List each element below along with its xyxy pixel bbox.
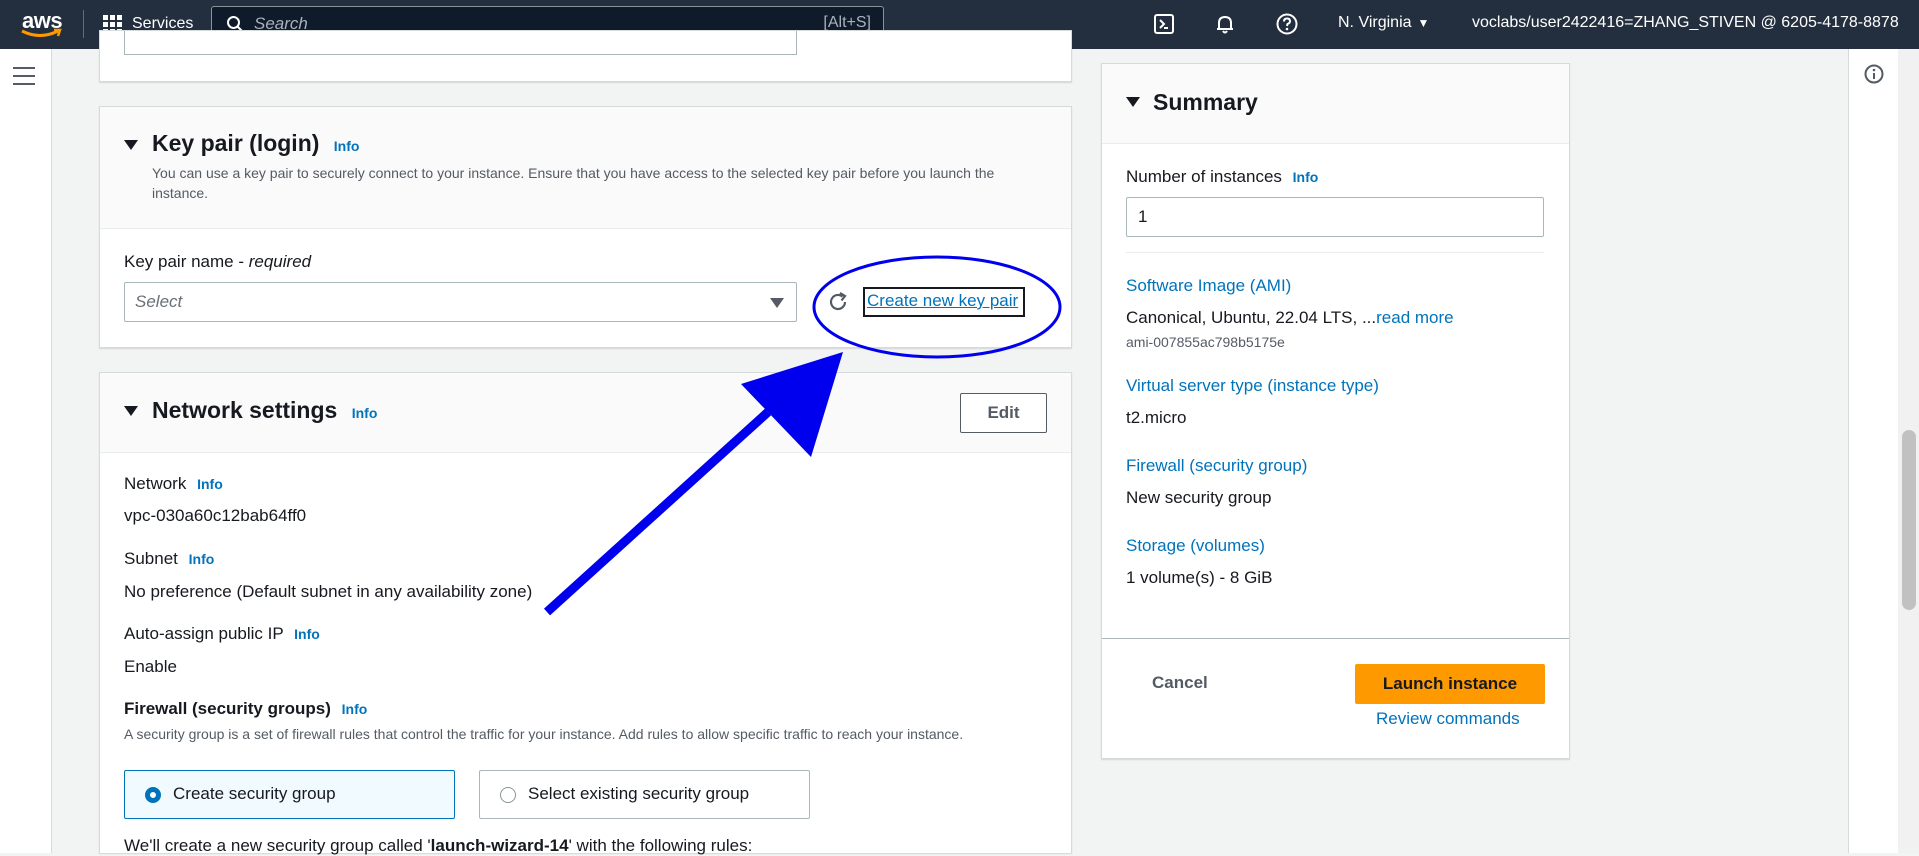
number-of-instances-value: 1 [1138, 207, 1148, 226]
number-of-instances-text: Number of instances [1126, 167, 1282, 186]
security-group-note: We'll create a new security group called… [124, 836, 752, 856]
info-panel-icon[interactable] [1864, 64, 1884, 84]
firewall-label-text: Firewall (security groups) [124, 699, 331, 718]
create-security-group-option[interactable]: Create security group [124, 770, 455, 819]
region-selector[interactable]: N. Virginia ▼ [1338, 14, 1429, 32]
region-label: N. Virginia [1338, 14, 1412, 31]
menu-icon[interactable] [13, 67, 35, 91]
summary-header: Summary [1102, 64, 1569, 144]
storage-link[interactable]: Storage (volumes) [1126, 536, 1265, 556]
select-existing-security-group-label: Select existing security group [528, 784, 750, 803]
sg-note-prefix: We'll create a new security group called… [124, 836, 431, 855]
public-ip-label: Auto-assign public IP Info [124, 624, 320, 644]
key-pair-select-placeholder: Select [135, 292, 183, 311]
review-commands-link[interactable]: Review commands [1376, 709, 1520, 729]
network-info-link[interactable]: Info [197, 476, 223, 492]
summary-title: Summary [1153, 89, 1258, 115]
account-menu[interactable]: voclabs/user2422416=ZHANG_STIVEN @ 6205-… [1472, 14, 1899, 32]
ami-value-text: Canonical, Ubuntu, 22.04 LTS, ... [1126, 308, 1377, 327]
radio-unselected-icon[interactable] [500, 787, 516, 803]
previous-section-panel [99, 30, 1072, 82]
key-pair-name-text: Key pair name - [124, 252, 249, 271]
key-pair-info-link[interactable]: Info [334, 138, 360, 154]
ami-value: Canonical, Ubuntu, 22.04 LTS, ...read mo… [1126, 308, 1454, 328]
firewall-label: Firewall (security groups) Info [124, 699, 367, 719]
collapse-caret-icon[interactable] [1126, 97, 1140, 107]
collapse-caret-icon[interactable] [124, 140, 138, 150]
previous-field [124, 31, 797, 55]
key-pair-description: You can use a key pair to securely conne… [152, 165, 995, 201]
storage-value: 1 volume(s) - 8 GiB [1126, 568, 1273, 587]
instance-type-link[interactable]: Virtual server type (instance type) [1126, 376, 1379, 396]
launch-instance-button[interactable]: Launch instance [1355, 664, 1545, 704]
network-settings-title: Network settings [152, 397, 338, 423]
cloudshell-icon[interactable] [1152, 12, 1176, 36]
refresh-icon[interactable] [826, 290, 850, 314]
collapse-caret-icon[interactable] [124, 406, 138, 416]
key-pair-select[interactable]: Select [124, 282, 797, 322]
network-settings-info-link[interactable]: Info [352, 405, 378, 421]
create-new-key-pair-link[interactable]: Create new key pair [867, 291, 1018, 311]
software-image-link[interactable]: Software Image (AMI) [1126, 276, 1291, 296]
public-ip-info-link[interactable]: Info [294, 626, 320, 642]
sg-name: launch-wizard-14 [430, 836, 569, 855]
summary-separator [1126, 252, 1544, 253]
right-rail [1848, 49, 1899, 853]
page-scrollbar[interactable] [1898, 49, 1919, 853]
network-value: vpc-030a60c12bab64ff0 [124, 506, 307, 525]
subnet-value: No preference (Default subnet in any ava… [124, 582, 533, 601]
public-ip-label-text: Auto-assign public IP [124, 624, 284, 643]
aws-smile-icon [21, 28, 62, 37]
number-of-instances-label: Number of instances Info [1126, 167, 1318, 187]
ami-id: ami-007855ac798b5175e [1126, 334, 1285, 350]
key-pair-name-label: Key pair name - required [124, 252, 311, 272]
left-rail [0, 49, 52, 853]
aws-logo[interactable]: aws [18, 8, 63, 40]
sg-note-suffix: ' with the following rules: [568, 836, 753, 855]
subnet-label-text: Subnet [124, 549, 178, 568]
key-pair-header: Key pair (login) Info You can use a key … [100, 107, 1071, 229]
instance-type-value: t2.micro [1126, 408, 1187, 427]
subnet-label: Subnet Info [124, 549, 214, 569]
required-text: required [248, 252, 312, 271]
caret-down-icon: ▼ [1417, 16, 1430, 30]
caret-down-icon [770, 298, 784, 308]
nav-divider [83, 10, 84, 38]
edit-button[interactable]: Edit [960, 393, 1047, 433]
key-pair-title: Key pair (login) [152, 130, 320, 156]
firewall-summary-value: New security group [1126, 488, 1272, 507]
bell-icon[interactable] [1213, 12, 1237, 36]
number-of-instances-info-link[interactable]: Info [1293, 169, 1319, 185]
network-settings-header: Network settings Info Edit [100, 373, 1071, 453]
create-security-group-label: Create security group [173, 784, 336, 803]
summary-divider [1102, 638, 1569, 639]
select-existing-security-group-option[interactable]: Select existing security group [479, 770, 810, 819]
account-label: voclabs/user2422416=ZHANG_STIVEN @ 6205-… [1472, 14, 1899, 31]
network-label: Network Info [124, 474, 223, 494]
network-label-text: Network [124, 474, 187, 493]
radio-selected-icon[interactable] [145, 787, 161, 803]
public-ip-value: Enable [124, 657, 177, 676]
firewall-description: A security group is a set of firewall ru… [124, 726, 964, 742]
firewall-summary-link[interactable]: Firewall (security group) [1126, 456, 1307, 476]
read-more-link[interactable]: read more [1376, 308, 1453, 327]
cancel-button[interactable]: Cancel [1152, 673, 1208, 693]
number-of-instances-input[interactable]: 1 [1126, 197, 1544, 237]
help-icon[interactable] [1275, 12, 1299, 36]
subnet-info-link[interactable]: Info [189, 551, 215, 567]
scrollbar-thumb[interactable] [1902, 430, 1916, 610]
firewall-info-link[interactable]: Info [342, 701, 368, 717]
